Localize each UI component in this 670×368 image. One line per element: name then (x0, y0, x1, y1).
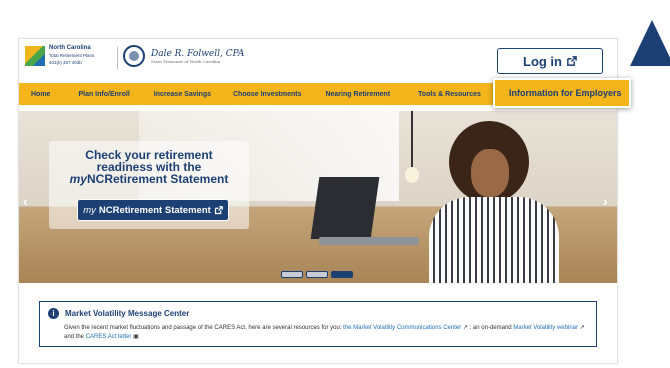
brand-name: North Carolina (49, 45, 91, 51)
carousel-dot-active[interactable] (331, 271, 353, 278)
treasurer-signature-text: Dale R. Folwell, CPA (151, 49, 245, 59)
person-face (471, 149, 509, 197)
external-link-icon (214, 205, 223, 214)
market-text-1: Given the recent market fluctuations and… (64, 325, 342, 331)
info-icon: i (48, 308, 59, 319)
statement-button-my: my (83, 204, 96, 216)
site-header: North Carolina Total Retirement Plans 40… (19, 39, 617, 81)
nc-logo-mark-icon (25, 45, 45, 66)
external-link-icon (567, 55, 577, 66)
carousel-dots (281, 271, 353, 278)
hero-carousel: Check your retirement readiness with the… (19, 111, 617, 283)
treasurer-sub: State Treasurer of North Carolina (151, 59, 221, 64)
market-text-2: ; an on-demand (469, 325, 512, 331)
statement-button-label: NCRetirement Statement (98, 204, 211, 216)
pdf-icon: ▣ (133, 334, 139, 340)
person-body (429, 197, 559, 283)
nav-home[interactable]: Home (21, 91, 60, 98)
market-header: i Market Volatility Message Center (48, 308, 189, 319)
header-divider (117, 47, 118, 69)
page: North Carolina Total Retirement Plans 40… (0, 0, 670, 368)
cares-act-letter-link[interactable]: CARES Act letter (86, 334, 132, 340)
login-button[interactable]: Log in (497, 48, 603, 74)
carousel-prev-button[interactable]: ‹ (23, 193, 28, 209)
nav-information-for-employers[interactable]: Information for Employers (493, 78, 631, 108)
login-label: Log in (523, 53, 562, 69)
hero-title-my: my (69, 172, 87, 186)
nav-increase-savings[interactable]: Increase Savings (140, 91, 221, 98)
nav-plan-info[interactable]: Plan Info/Enroll (60, 91, 139, 98)
market-communications-link[interactable]: the Market Volatility Communications Cen… (343, 325, 461, 331)
market-body: Given the recent market fluctuations and… (64, 324, 588, 342)
hero-title: Check your retirement readiness with the… (49, 149, 249, 185)
market-text-3: and the (64, 334, 85, 340)
market-volatility-box: i Market Volatility Message Center Given… (39, 301, 597, 347)
nav-tools-resources[interactable]: Tools & Resources (400, 91, 491, 98)
pointer-arrow-icon (630, 20, 670, 66)
laptop-base (319, 237, 419, 245)
external-link-icon: ↗ (462, 325, 468, 331)
external-link-icon: ↗ (579, 325, 585, 331)
state-seal-icon (123, 45, 145, 67)
brand-sub: Total Retirement Plans (49, 53, 95, 58)
laptop-screen (310, 177, 380, 239)
treasurer-signature: Dale R. Folwell, CPA State Treasurer of … (151, 49, 244, 64)
hero-promo: Check your retirement readiness with the… (49, 141, 249, 229)
lamp-cord (411, 111, 413, 169)
brand-phone: 401(k) 457 403b (49, 60, 82, 65)
hero-title-line3: myNCRetirement Statement (49, 173, 249, 185)
carousel-dot[interactable] (281, 271, 303, 278)
lamp-bulb (405, 167, 419, 183)
nav-nearing-retirement[interactable]: Nearing Retirement (311, 91, 400, 98)
carousel-next-button[interactable]: › (603, 193, 608, 209)
carousel-dot[interactable] (306, 271, 328, 278)
nav-choose-investments[interactable]: Choose Investments (221, 91, 311, 98)
nc-total-retirement-logo[interactable]: North Carolina Total Retirement Plans 40… (25, 45, 94, 66)
statement-button[interactable]: my NCRetirement Statement (77, 199, 229, 221)
hero-title-rest: NCRetirement Statement (86, 172, 229, 186)
logo-text: North Carolina Total Retirement Plans 40… (49, 45, 94, 66)
market-webinar-link[interactable]: Market Volatility webinar (513, 325, 578, 331)
market-title: Market Volatility Message Center (65, 309, 190, 318)
